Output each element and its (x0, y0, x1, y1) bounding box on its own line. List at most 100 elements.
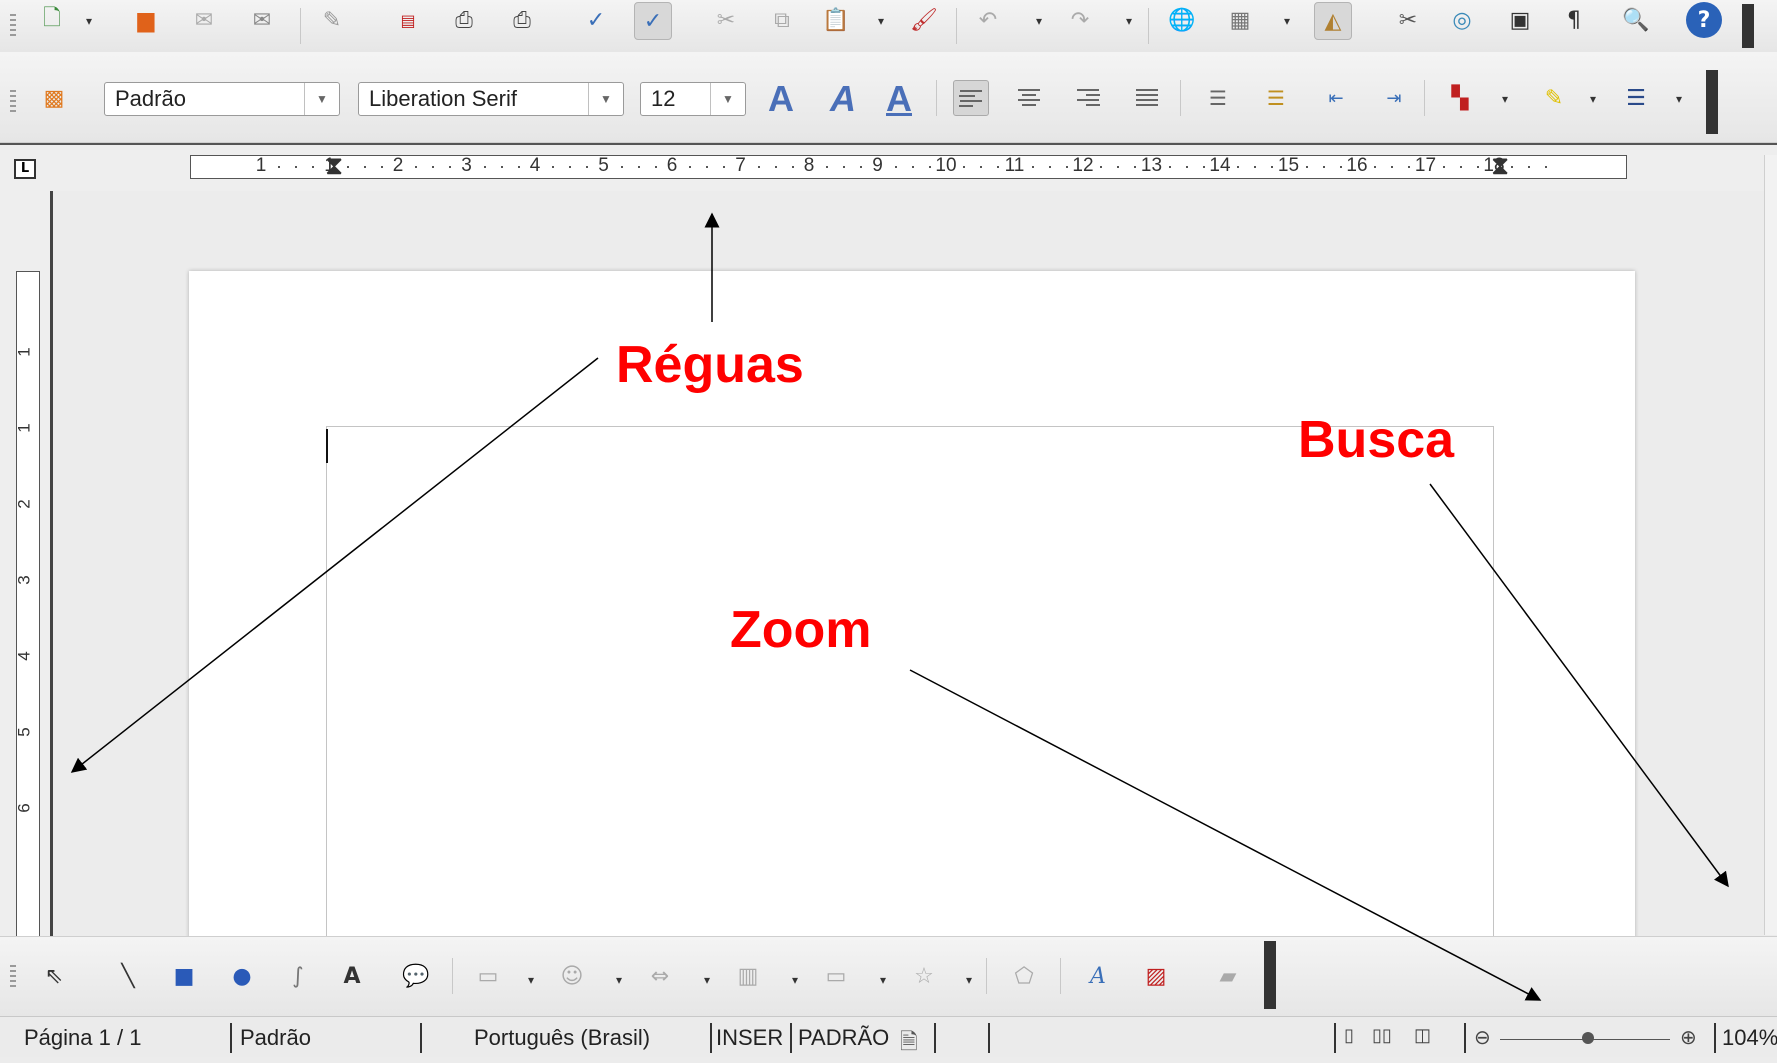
hyperlink-icon[interactable]: 🌐 (1164, 2, 1200, 38)
undo-icon[interactable]: ↶ (970, 2, 1006, 38)
rectangle-icon[interactable]: ■ (166, 958, 202, 994)
points-icon[interactable]: ⬠ (1006, 958, 1042, 994)
font-name-combo[interactable]: Liberation Serif ▼ (358, 82, 624, 116)
toolbar-grip[interactable] (10, 14, 16, 36)
zoom-icon[interactable]: 🔍 (1618, 2, 1654, 38)
stars-icon[interactable]: ☆ (906, 958, 942, 994)
edit-document-icon[interactable]: ✉ (244, 2, 280, 38)
align-center-button[interactable] (1012, 80, 1046, 114)
chevron-down-icon[interactable]: ▾ (528, 973, 534, 987)
new-document-icon[interactable]: 🗋 (34, 2, 70, 38)
book-view-icon[interactable]: ◫ (1414, 1025, 1431, 1046)
autospellcheck-icon[interactable]: ✓ (634, 2, 672, 40)
find-replace-icon[interactable]: ✂ (1390, 2, 1426, 38)
cut-icon[interactable]: ✂ (708, 2, 744, 38)
chevron-down-icon[interactable]: ▾ (878, 14, 884, 28)
email-icon[interactable]: ✉ (186, 2, 222, 38)
highlighting-icon[interactable]: ✎ (1536, 80, 1572, 116)
draw-functions-icon[interactable]: ◭ (1314, 2, 1352, 40)
toolbar-grip[interactable] (10, 90, 16, 112)
chevron-down-icon[interactable]: ▾ (966, 973, 972, 987)
open-folder-icon[interactable]: ▆ (128, 2, 164, 38)
extrusion-icon[interactable]: ▰ (1210, 958, 1246, 994)
underline-button[interactable]: A (886, 78, 912, 120)
block-arrows-icon[interactable]: ⇔ (642, 958, 678, 994)
chevron-down-icon[interactable]: ▾ (792, 973, 798, 987)
multi-page-view-icon[interactable]: ▯▯ (1372, 1025, 1392, 1046)
redo-icon[interactable]: ↷ (1062, 2, 1098, 38)
align-left-button[interactable] (953, 80, 989, 116)
basic-shapes-icon[interactable]: ▭ (470, 958, 506, 994)
insert-image-icon[interactable]: ▨ (1138, 958, 1174, 994)
font-size-combo[interactable]: 12 ▼ (640, 82, 746, 116)
justify-button[interactable] (1130, 80, 1164, 114)
italic-button[interactable]: A (830, 78, 856, 120)
print-preview-icon[interactable]: ⎙ (504, 2, 540, 38)
chevron-down-icon[interactable]: ▾ (704, 973, 710, 987)
chevron-down-icon[interactable]: ▾ (1676, 92, 1682, 106)
zoom-in-icon[interactable]: ⊕ (1680, 1025, 1697, 1050)
chevron-down-icon[interactable]: ▼ (710, 83, 745, 115)
chevron-down-icon[interactable]: ▾ (1284, 14, 1290, 28)
indent-marker-icon[interactable]: ⧗ (1491, 150, 1509, 182)
vertical-ruler[interactable]: 1 1 2 3 4 5 6 (15, 271, 40, 951)
line-icon[interactable]: ╲ (110, 958, 146, 994)
chevron-down-icon[interactable]: ▾ (616, 973, 622, 987)
symbol-shapes-icon[interactable]: ☺ (554, 958, 590, 994)
callout-shapes-icon[interactable]: ▭ (818, 958, 854, 994)
decrease-indent-icon[interactable]: ⇤ (1318, 80, 1354, 116)
chevron-down-icon[interactable]: ▾ (1036, 14, 1042, 28)
document-area[interactable] (53, 191, 1767, 1027)
page-style[interactable]: Padrão (240, 1025, 311, 1051)
table-icon[interactable]: ▦ (1222, 2, 1258, 38)
background-color-icon[interactable]: ☰ (1618, 80, 1654, 116)
single-page-view-icon[interactable]: ▯ (1344, 1025, 1354, 1046)
print-icon[interactable]: ⎙ (446, 2, 482, 38)
increase-indent-icon[interactable]: ⇥ (1376, 80, 1412, 116)
vertical-scrollbar[interactable] (1764, 155, 1777, 935)
chevron-down-icon[interactable]: ▾ (1126, 14, 1132, 28)
chevron-down-icon[interactable]: ▾ (1502, 92, 1508, 106)
zoom-out-icon[interactable]: ⊖ (1474, 1025, 1491, 1050)
toolbar-overflow-handle[interactable] (1742, 4, 1754, 48)
selection-mode[interactable]: PADRÃO (798, 1025, 889, 1051)
chevron-down-icon[interactable]: ▾ (880, 973, 886, 987)
text-icon[interactable]: A (334, 958, 370, 994)
fontwork-icon[interactable]: A (1080, 958, 1116, 994)
clone-format-icon[interactable]: 🖌 (906, 2, 942, 38)
flowchart-icon[interactable]: ▥ (730, 958, 766, 994)
toolbar-overflow-handle[interactable] (1264, 941, 1276, 1009)
horizontal-ruler[interactable]: 1 1 2 3 4 5 6 7 8 9 10 11 12 13 14 15 16 17 18 ⧗ ⧗ (190, 150, 1627, 180)
bold-button[interactable]: A (768, 78, 794, 120)
edit-mode-icon[interactable]: ✎ (314, 2, 350, 38)
help-icon[interactable]: ? (1686, 2, 1722, 38)
callouts-icon[interactable]: 💬 (398, 958, 434, 994)
spellcheck-icon[interactable]: ✓ (578, 2, 614, 38)
navigator-icon[interactable]: ◎ (1444, 2, 1480, 38)
toolbar-grip[interactable] (10, 965, 16, 987)
chevron-down-icon[interactable]: ▼ (304, 83, 339, 115)
indent-marker-icon[interactable]: ⧗ (325, 150, 343, 182)
chevron-down-icon[interactable]: ▼ (588, 83, 623, 115)
numbering-icon[interactable]: ☰ (1200, 80, 1236, 116)
ellipse-icon[interactable]: ● (224, 958, 260, 994)
gallery-icon[interactable]: ▣ (1502, 2, 1538, 38)
zoom-percentage[interactable]: 104% (1722, 1025, 1777, 1051)
chevron-down-icon[interactable]: ▾ (1590, 92, 1596, 106)
export-pdf-icon[interactable]: ▤ (390, 2, 426, 38)
page-count[interactable]: Página 1 / 1 (24, 1025, 141, 1051)
align-right-button[interactable] (1071, 80, 1105, 114)
styles-formatting-icon[interactable]: ▩ (36, 80, 72, 116)
paste-icon[interactable]: 📋 (818, 2, 854, 38)
freeform-line-icon[interactable]: ∫ (280, 958, 316, 994)
font-color-icon[interactable]: ▚ (1442, 80, 1478, 116)
page[interactable] (189, 271, 1635, 1027)
chevron-down-icon[interactable]: ▾ (86, 14, 92, 28)
toolbar-overflow-handle[interactable] (1706, 70, 1718, 134)
tab-stop-selector[interactable]: L (14, 159, 36, 179)
select-pointer-icon[interactable]: ⇖ (36, 958, 72, 994)
language[interactable]: Português (Brasil) (474, 1025, 650, 1051)
formatting-marks-icon[interactable]: ¶ (1556, 2, 1592, 38)
document-modified-icon[interactable]: 🗎 (900, 1025, 918, 1063)
insert-mode[interactable]: INSER (716, 1025, 783, 1051)
